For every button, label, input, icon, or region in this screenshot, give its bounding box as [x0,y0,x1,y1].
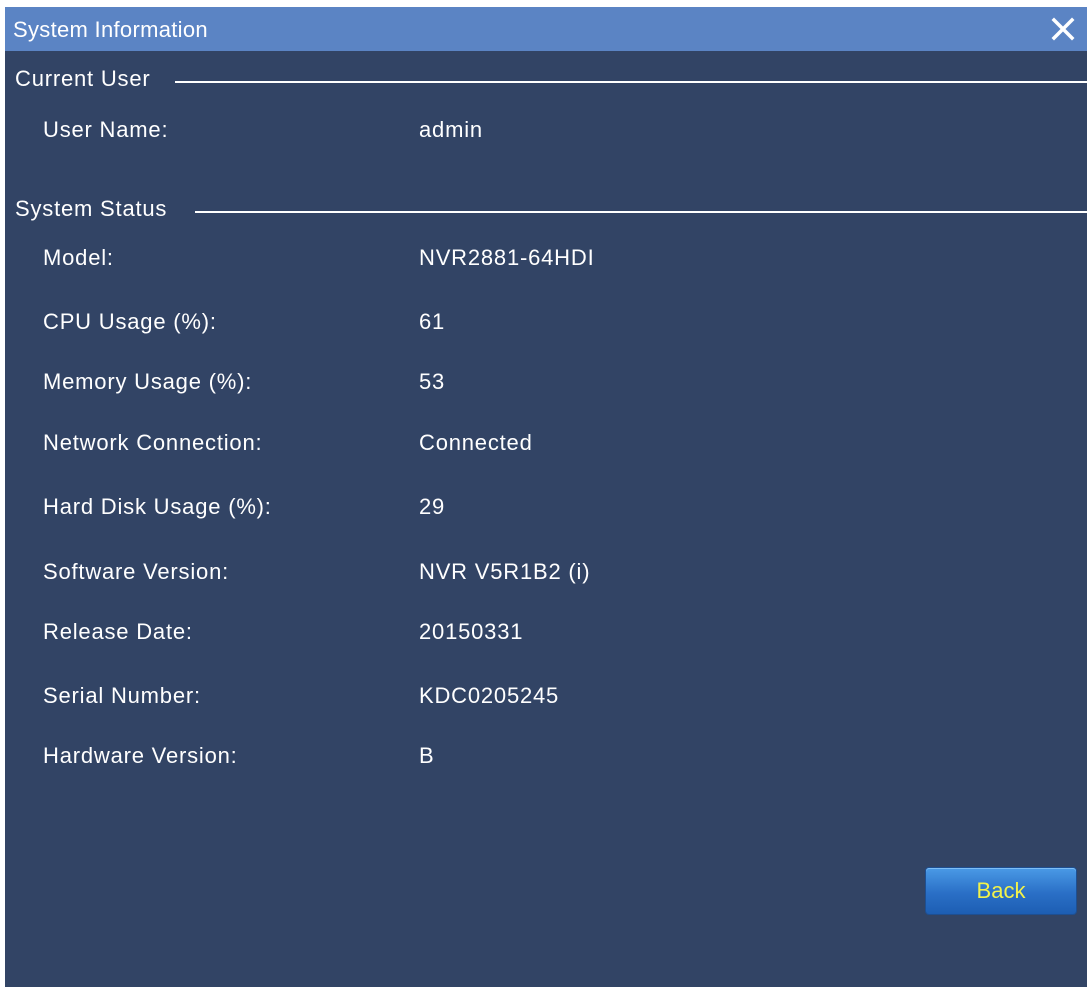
software-version-value: NVR V5R1B2 (i) [419,559,591,584]
cpu-usage-row: CPU Usage (%): 61 [5,309,1087,339]
model-value: NVR2881-64HDI [419,245,595,270]
software-version-label: Software Version: [43,559,230,584]
hard-disk-usage-label: Hard Disk Usage (%): [43,494,272,519]
software-version-row: Software Version: NVR V5R1B2 (i) [5,559,1087,589]
close-icon [1051,17,1075,41]
user-name-value: admin [419,117,483,142]
hardware-version-row: Hardware Version: B [5,743,1087,773]
dialog-title: System Information [13,17,208,42]
model-label: Model: [43,245,114,270]
section-divider [175,81,1087,83]
title-bar: System Information [5,7,1087,51]
section-divider [195,211,1087,213]
user-name-label: User Name: [43,117,169,142]
memory-usage-value: 53 [419,369,446,394]
user-name-row: User Name: admin [5,117,1087,147]
back-button[interactable]: Back [926,868,1076,914]
cpu-usage-label: CPU Usage (%): [43,309,217,334]
hard-disk-usage-row: Hard Disk Usage (%): 29 [5,494,1087,524]
hard-disk-usage-value: 29 [419,494,446,519]
network-connection-label: Network Connection: [43,430,263,455]
cpu-usage-value: 61 [419,309,446,334]
memory-usage-row: Memory Usage (%): 53 [5,369,1087,399]
dialog-body: Current User User Name: admin System Sta… [5,51,1087,987]
release-date-label: Release Date: [43,619,193,644]
serial-number-row: Serial Number: KDC0205245 [5,683,1087,713]
network-connection-row: Network Connection: Connected [5,430,1087,460]
serial-number-label: Serial Number: [43,683,201,708]
close-button[interactable] [1047,13,1079,45]
network-connection-value: Connected [419,430,533,455]
model-row: Model: NVR2881-64HDI [5,245,1087,275]
system-information-dialog: System Information Current User User Nam… [0,0,1088,987]
release-date-value: 20150331 [419,619,524,644]
serial-number-value: KDC0205245 [419,683,560,708]
current-user-section-header: Current User [5,66,1087,96]
memory-usage-label: Memory Usage (%): [43,369,253,394]
release-date-row: Release Date: 20150331 [5,619,1087,649]
current-user-section-label: Current User [15,66,153,92]
system-status-section-header: System Status [5,196,1087,226]
hardware-version-label: Hardware Version: [43,743,238,768]
hardware-version-value: B [419,743,435,768]
system-status-section-label: System Status [15,196,170,222]
